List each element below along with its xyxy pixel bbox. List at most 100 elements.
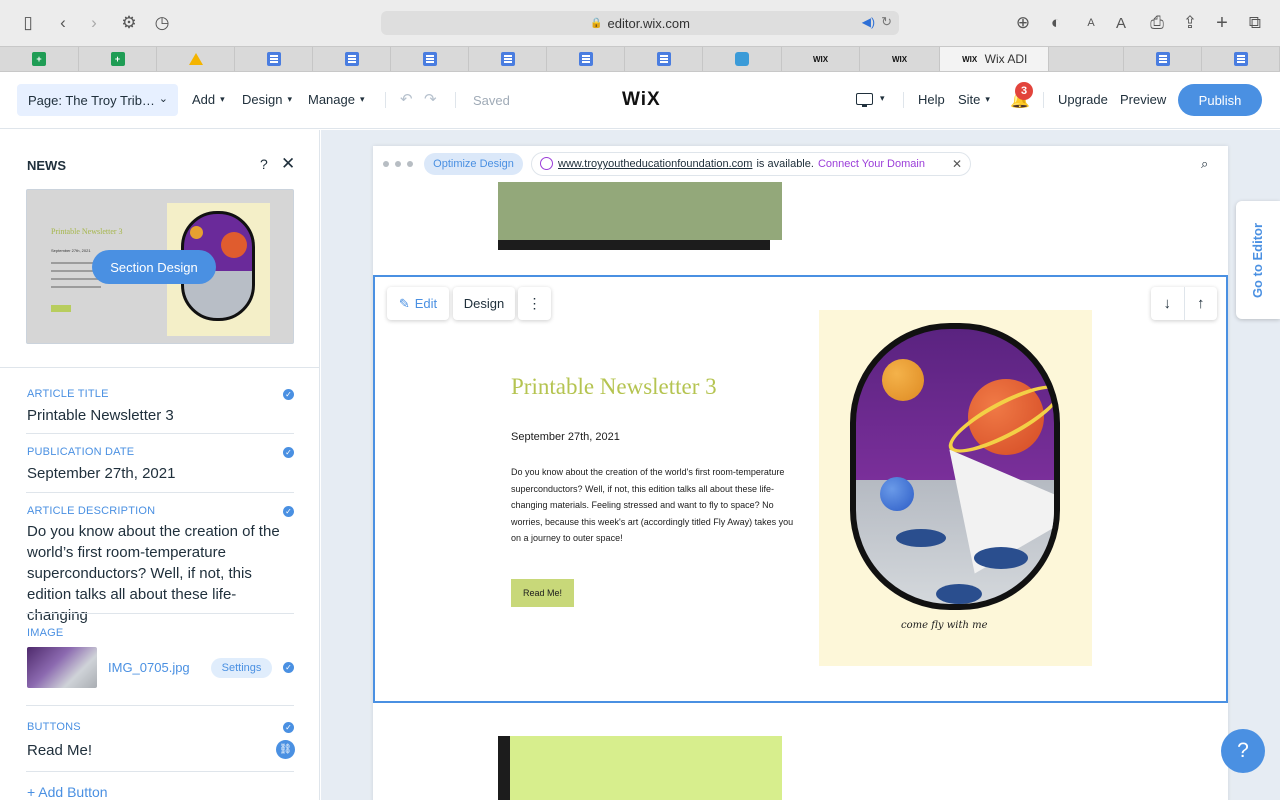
tab[interactable] bbox=[1124, 47, 1202, 71]
wix-icon: WIX bbox=[812, 54, 829, 64]
audio-icon[interactable]: ◀) bbox=[862, 15, 875, 29]
menu-site[interactable]: Site ▾ bbox=[958, 92, 990, 107]
tab[interactable] bbox=[547, 47, 625, 71]
more-options-icon[interactable]: ⋮ bbox=[518, 287, 551, 320]
tab[interactable]: + bbox=[79, 47, 157, 71]
domain-url[interactable]: www.troyyoutheducationfoundation.com bbox=[558, 158, 752, 170]
tab[interactable] bbox=[391, 47, 469, 71]
editor-top-bar: Page: The Troy Trib… ⌄ Add ▾ Design ▾ Mana… bbox=[0, 72, 1280, 129]
sidebar-icon[interactable]: ▯ bbox=[17, 12, 39, 34]
wix-icon: WIX bbox=[891, 54, 908, 64]
window-dots bbox=[383, 161, 413, 167]
shield-icon[interactable]: ◐ bbox=[1045, 12, 1067, 34]
publish-button[interactable]: Publish bbox=[1178, 84, 1262, 116]
newsletter-title[interactable]: Printable Newsletter 3 bbox=[511, 374, 717, 400]
tab[interactable] bbox=[625, 47, 703, 71]
docs-icon bbox=[500, 52, 515, 66]
globe-icon bbox=[540, 157, 553, 170]
divider bbox=[1043, 92, 1044, 108]
text-larger-icon[interactable]: A bbox=[1110, 12, 1132, 34]
help-icon[interactable]: ? bbox=[260, 156, 268, 172]
tab-label: Wix ADI bbox=[984, 52, 1028, 66]
upgrade-link[interactable]: Upgrade bbox=[1058, 92, 1108, 107]
selected-news-section[interactable]: ✎ Edit Design ⋮ ↓ ↑ Printable Newsletter … bbox=[373, 275, 1228, 703]
newsletter-description[interactable]: Do you know about the creation of the wo… bbox=[511, 464, 801, 547]
design-button[interactable]: Design bbox=[453, 287, 515, 320]
tab[interactable] bbox=[703, 47, 782, 71]
url-text: editor.wix.com bbox=[607, 15, 690, 31]
article-description-value[interactable]: Do you know about the creation of the wo… bbox=[27, 521, 297, 626]
chevron-down-icon: ▾ bbox=[287, 94, 292, 104]
image-thumbnail[interactable] bbox=[27, 647, 97, 688]
arrow-down-icon[interactable]: ↓ bbox=[1151, 287, 1185, 320]
tab-strip: + + WIX WIX WIX Wix ADI bbox=[0, 46, 1280, 72]
tab[interactable]: + bbox=[0, 47, 79, 71]
share-icon[interactable]: ⇪ bbox=[1179, 12, 1201, 34]
connect-domain-link[interactable]: Connect Your Domain bbox=[818, 158, 925, 170]
newsletter-date[interactable]: September 27th, 2021 bbox=[511, 431, 620, 443]
menu-add[interactable]: Add ▾ bbox=[192, 92, 225, 107]
image-filename[interactable]: IMG_0705.jpg bbox=[108, 660, 190, 675]
app-icon bbox=[735, 52, 749, 66]
saved-status: Saved bbox=[473, 93, 510, 108]
edit-label: Edit bbox=[414, 296, 438, 311]
history-clock-icon[interactable]: ◷ bbox=[151, 12, 173, 34]
docs-icon bbox=[266, 52, 281, 66]
desktop-icon[interactable] bbox=[856, 93, 873, 107]
publication-date-value[interactable]: September 27th, 2021 bbox=[27, 465, 175, 482]
back-icon[interactable]: ‹ bbox=[52, 12, 74, 34]
arrow-up-icon[interactable]: ↑ bbox=[1185, 287, 1218, 320]
go-to-editor-tab[interactable]: Go to Editor bbox=[1236, 201, 1280, 319]
gear-icon[interactable]: ⚙ bbox=[118, 12, 140, 34]
tab[interactable] bbox=[469, 47, 547, 71]
chevron-down-icon: ▾ bbox=[220, 94, 225, 104]
divider bbox=[26, 705, 294, 706]
check-icon: ✓ bbox=[283, 722, 294, 733]
tab[interactable]: WIX bbox=[860, 47, 940, 71]
redo-icon[interactable]: ↷ bbox=[424, 90, 437, 108]
notification-badge: 3 bbox=[1015, 82, 1033, 100]
zoom-icon[interactable]: ⌕ bbox=[1201, 156, 1208, 172]
divider bbox=[455, 92, 456, 108]
edit-button[interactable]: ✎ Edit bbox=[387, 287, 449, 320]
article-title-value[interactable]: Printable Newsletter 3 bbox=[27, 407, 174, 424]
menu-manage[interactable]: Manage ▾ bbox=[308, 92, 365, 107]
button-text-value[interactable]: Read Me! bbox=[27, 742, 92, 759]
tab[interactable] bbox=[1202, 47, 1280, 71]
tab[interactable] bbox=[235, 47, 313, 71]
tab[interactable] bbox=[157, 47, 235, 71]
section-design-button[interactable]: Section Design bbox=[92, 250, 216, 284]
optimize-design-button[interactable]: Optimize Design bbox=[424, 153, 523, 175]
read-me-button[interactable]: Read Me! bbox=[511, 579, 574, 607]
text-smaller-icon[interactable]: A bbox=[1080, 12, 1102, 34]
menu-design[interactable]: Design ▾ bbox=[242, 92, 292, 107]
link-icon[interactable]: ⛓ bbox=[276, 740, 295, 759]
next-section-image[interactable] bbox=[498, 736, 782, 800]
tab[interactable] bbox=[313, 47, 391, 71]
tab[interactable] bbox=[1049, 47, 1124, 71]
close-icon[interactable]: ✕ bbox=[952, 157, 962, 171]
tab-overview-icon[interactable]: ⧉ bbox=[1244, 12, 1266, 34]
close-icon[interactable]: ✕ bbox=[281, 154, 295, 174]
address-bar[interactable]: 🔒 editor.wix.com ◀) ↻ bbox=[381, 11, 899, 35]
lock-icon: 🔒 bbox=[590, 17, 603, 29]
chevron-down-icon: ⌄ bbox=[158, 93, 168, 105]
preview-link[interactable]: Preview bbox=[1120, 92, 1166, 107]
page-selector[interactable]: Page: The Troy Trib… ⌄ bbox=[17, 84, 178, 116]
help-link[interactable]: Help bbox=[918, 92, 945, 107]
download-icon[interactable]: ⊕ bbox=[1012, 12, 1034, 34]
publication-date-label: PUBLICATION DATE bbox=[27, 446, 135, 458]
help-button[interactable]: ? bbox=[1221, 729, 1265, 773]
newsletter-artwork[interactable]: come fly with me bbox=[819, 310, 1092, 666]
browser-toolbar: ▯ ‹ › ⚙ ◷ 🔒 editor.wix.com ◀) ↻ ⊕ ◐ A A … bbox=[0, 0, 1280, 46]
image-settings-button[interactable]: Settings bbox=[211, 658, 272, 678]
print-icon[interactable]: ⎙ bbox=[1146, 12, 1168, 34]
new-tab-icon[interactable]: + bbox=[1211, 12, 1233, 34]
reload-icon[interactable]: ↻ bbox=[881, 14, 892, 30]
undo-icon[interactable]: ↶ bbox=[400, 90, 413, 108]
tab-wix-adi[interactable]: WIX Wix ADI bbox=[940, 47, 1049, 71]
tab[interactable]: WIX bbox=[782, 47, 860, 71]
forward-icon[interactable]: › bbox=[83, 12, 105, 34]
chevron-down-icon[interactable]: ▾ bbox=[880, 93, 885, 104]
add-button-link[interactable]: + Add Button bbox=[27, 784, 108, 800]
